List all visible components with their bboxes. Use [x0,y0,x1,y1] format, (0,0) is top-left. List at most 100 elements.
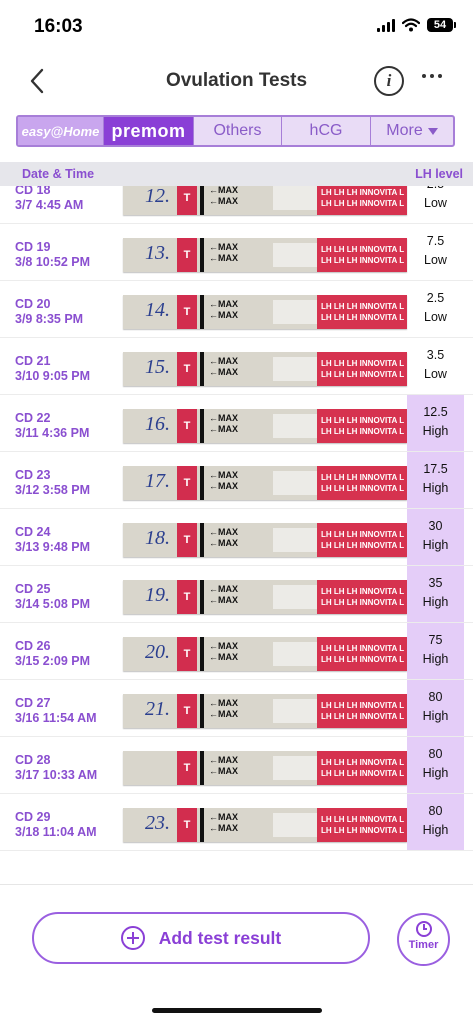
tab-easy-home[interactable]: easy@Home [18,117,104,145]
strip-test-line-mark: T [177,466,197,500]
strip-max-line: ←MAX [209,709,238,719]
strip-max-marker: ←MAX ←MAX [209,299,238,321]
lh-value: 17.5 [423,462,448,476]
add-test-result-button[interactable]: Add test result [32,912,370,964]
lh-level-label: High [422,766,449,780]
test-strip-photo[interactable]: 17. T ←MAX ←MAX LH LH LH INNOVITA L LH LH LH … [123,466,407,500]
lh-level-label: High [422,709,449,723]
strip-label-line: LH LH LH INNOVITA L [321,313,405,322]
lh-level-cell: 12.5 High [407,395,464,451]
strip-test-band [200,637,204,671]
test-datetime: 3/10 9:05 PM [15,369,91,383]
lh-value: 7.5 [426,234,445,248]
strip-label-line: LH LH LH INNOVITA L [321,644,405,653]
strip-max-line: ←MAX [209,527,238,537]
strip-result-window [273,699,317,723]
plus-circle-icon [120,926,145,950]
test-result-row[interactable]: CD 29 3/18 11:04 AM 23. T ←MAX ←MAX LH LH LH I… [0,794,473,851]
test-result-row[interactable]: CD 25 3/14 5:08 PM 19. T ←MAX ←MAX LH LH LH IN… [0,566,473,623]
test-result-row[interactable]: CD 23 3/12 3:58 PM 17. T ←MAX ←MAX LH LH LH IN… [0,452,473,509]
cycle-day: CD 25 [15,582,51,596]
lh-value: 75 [428,633,443,647]
strip-label-line: LH LH LH INNOVITA L [321,188,405,197]
strip-label-line: LH LH LH INNOVITA L [321,484,405,493]
test-strip-photo[interactable]: T ←MAX ←MAX LH LH LH INNOVITA L LH LH LH INN… [123,751,407,785]
test-datetime: 3/8 10:52 PM [15,255,91,269]
strip-max-line: ←MAX [209,755,238,765]
test-result-row[interactable]: CD 28 3/17 10:33 AM T ←MAX ←MAX LH LH LH INNO… [0,737,473,794]
test-result-row[interactable]: CD 18 3/7 4:45 AM 12. T ←MAX ←MAX LH LH LH INN… [0,186,473,224]
strip-max-line: ←MAX [209,424,238,434]
strip-label-line: LH LH LH INNOVITA L [321,302,405,311]
strip-max-marker: ←MAX ←MAX [209,242,238,264]
strip-max-marker: ←MAX ←MAX [209,755,238,777]
row-date: CD 23 3/12 3:58 PM [15,468,90,498]
test-strip-photo[interactable]: 20. T ←MAX ←MAX LH LH LH INNOVITA L LH LH LH … [123,637,407,671]
strip-test-line-mark: T [177,409,197,443]
strip-label-line: LH LH LH INNOVITA L [321,530,405,539]
strip-max-line: ←MAX [209,356,238,366]
test-result-row[interactable]: CD 20 3/9 8:35 PM 14. T ←MAX ←MAX LH LH LH INN… [0,281,473,338]
strip-test-line-mark: T [177,352,197,386]
strip-max-line: ←MAX [209,310,238,320]
row-date: CD 19 3/8 10:52 PM [15,240,90,270]
strip-max-marker: ←MAX ←MAX [209,812,238,834]
row-date: CD 29 3/18 11:04 AM [15,810,97,840]
test-strip-photo[interactable]: 23. T ←MAX ←MAX LH LH LH INNOVITA L LH LH LH … [123,808,407,842]
test-strip-photo[interactable]: 21. T ←MAX ←MAX LH LH LH INNOVITA L LH LH LH … [123,694,407,728]
test-result-row[interactable]: CD 24 3/13 9:48 PM 18. T ←MAX ←MAX LH LH LH IN… [0,509,473,566]
strip-brand-label: LH LH LH INNOVITA L LH LH LH INNOVITA L [317,352,407,386]
test-strip-photo[interactable]: 15. T ←MAX ←MAX LH LH LH INNOVITA L LH LH LH … [123,352,407,386]
test-datetime: 3/13 9:48 PM [15,540,91,554]
strip-label-line: LH LH LH INNOVITA L [321,826,405,835]
test-strip-photo[interactable]: 12. T ←MAX ←MAX LH LH LH INNOVITA L LH LH LH … [123,186,407,215]
test-result-row[interactable]: CD 26 3/15 2:09 PM 20. T ←MAX ←MAX LH LH LH IN… [0,623,473,680]
test-results-list[interactable]: CD 18 3/7 4:45 AM 12. T ←MAX ←MAX LH LH LH INN… [0,186,473,862]
test-result-row[interactable]: CD 22 3/11 4:36 PM 16. T ←MAX ←MAX LH LH LH IN… [0,395,473,452]
lh-level-label: High [422,652,449,666]
test-result-row[interactable]: CD 19 3/8 10:52 PM 13. T ←MAX ←MAX LH LH LH IN… [0,224,473,281]
tab-more-label: More [386,122,423,139]
lh-level-cell: 75 High [407,623,464,679]
lh-level-label: Low [424,310,447,324]
cellular-signal-icon [377,18,395,32]
test-strip-photo[interactable]: 19. T ←MAX ←MAX LH LH LH INNOVITA L LH LH LH … [123,580,407,614]
test-result-row[interactable]: CD 27 3/16 11:54 AM 21. T ←MAX ←MAX LH LH LH I… [0,680,473,737]
test-strip-photo[interactable]: 18. T ←MAX ←MAX LH LH LH INNOVITA L LH LH LH … [123,523,407,557]
strip-label-line: LH LH LH INNOVITA L [321,256,405,265]
info-button[interactable]: i [374,66,404,96]
strip-brand-label: LH LH LH INNOVITA L LH LH LH INNOVITA L [317,523,407,557]
more-options-icon[interactable] [422,74,442,78]
tab-premom[interactable]: premom [104,117,194,145]
test-result-row[interactable]: CD 21 3/10 9:05 PM 15. T ←MAX ←MAX LH LH LH IN… [0,338,473,395]
wifi-icon [402,18,420,32]
strip-handwritten-number: 15. [145,356,170,378]
strip-max-line: ←MAX [209,470,238,480]
test-strip-photo[interactable]: 16. T ←MAX ←MAX LH LH LH INNOVITA L LH LH LH … [123,409,407,443]
lh-level-cell: 2.5 Low [407,186,464,223]
strip-brand-label: LH LH LH INNOVITA L LH LH LH INNOVITA L [317,409,407,443]
tab-more[interactable]: More [371,117,453,145]
strip-result-window [273,585,317,609]
test-datetime: 3/11 4:36 PM [15,426,90,440]
test-datetime: 3/16 11:54 AM [15,711,97,725]
strip-result-window [273,756,317,780]
tab-others[interactable]: Others [194,117,282,145]
strip-max-line: ←MAX [209,823,238,833]
strip-max-marker: ←MAX ←MAX [209,470,238,492]
lh-value: 30 [428,519,443,533]
strip-result-window [273,243,317,267]
strip-test-band [200,295,204,329]
timer-button[interactable]: Timer [397,913,450,966]
strip-handwritten-number: 13. [145,242,170,264]
test-strip-photo[interactable]: 13. T ←MAX ←MAX LH LH LH INNOVITA L LH LH LH … [123,238,407,272]
tab-hcg[interactable]: hCG [282,117,371,145]
lh-level-label: High [422,823,449,837]
strip-max-line: ←MAX [209,652,238,662]
test-strip-photo[interactable]: 14. T ←MAX ←MAX LH LH LH INNOVITA L LH LH LH … [123,295,407,329]
strip-label-line: LH LH LH INNOVITA L [321,712,405,721]
status-icons: 54 [377,18,456,32]
caret-down-icon [427,127,438,135]
row-date: CD 18 3/7 4:45 AM [15,186,83,213]
strip-brand-label: LH LH LH INNOVITA L LH LH LH INNOVITA L [317,580,407,614]
